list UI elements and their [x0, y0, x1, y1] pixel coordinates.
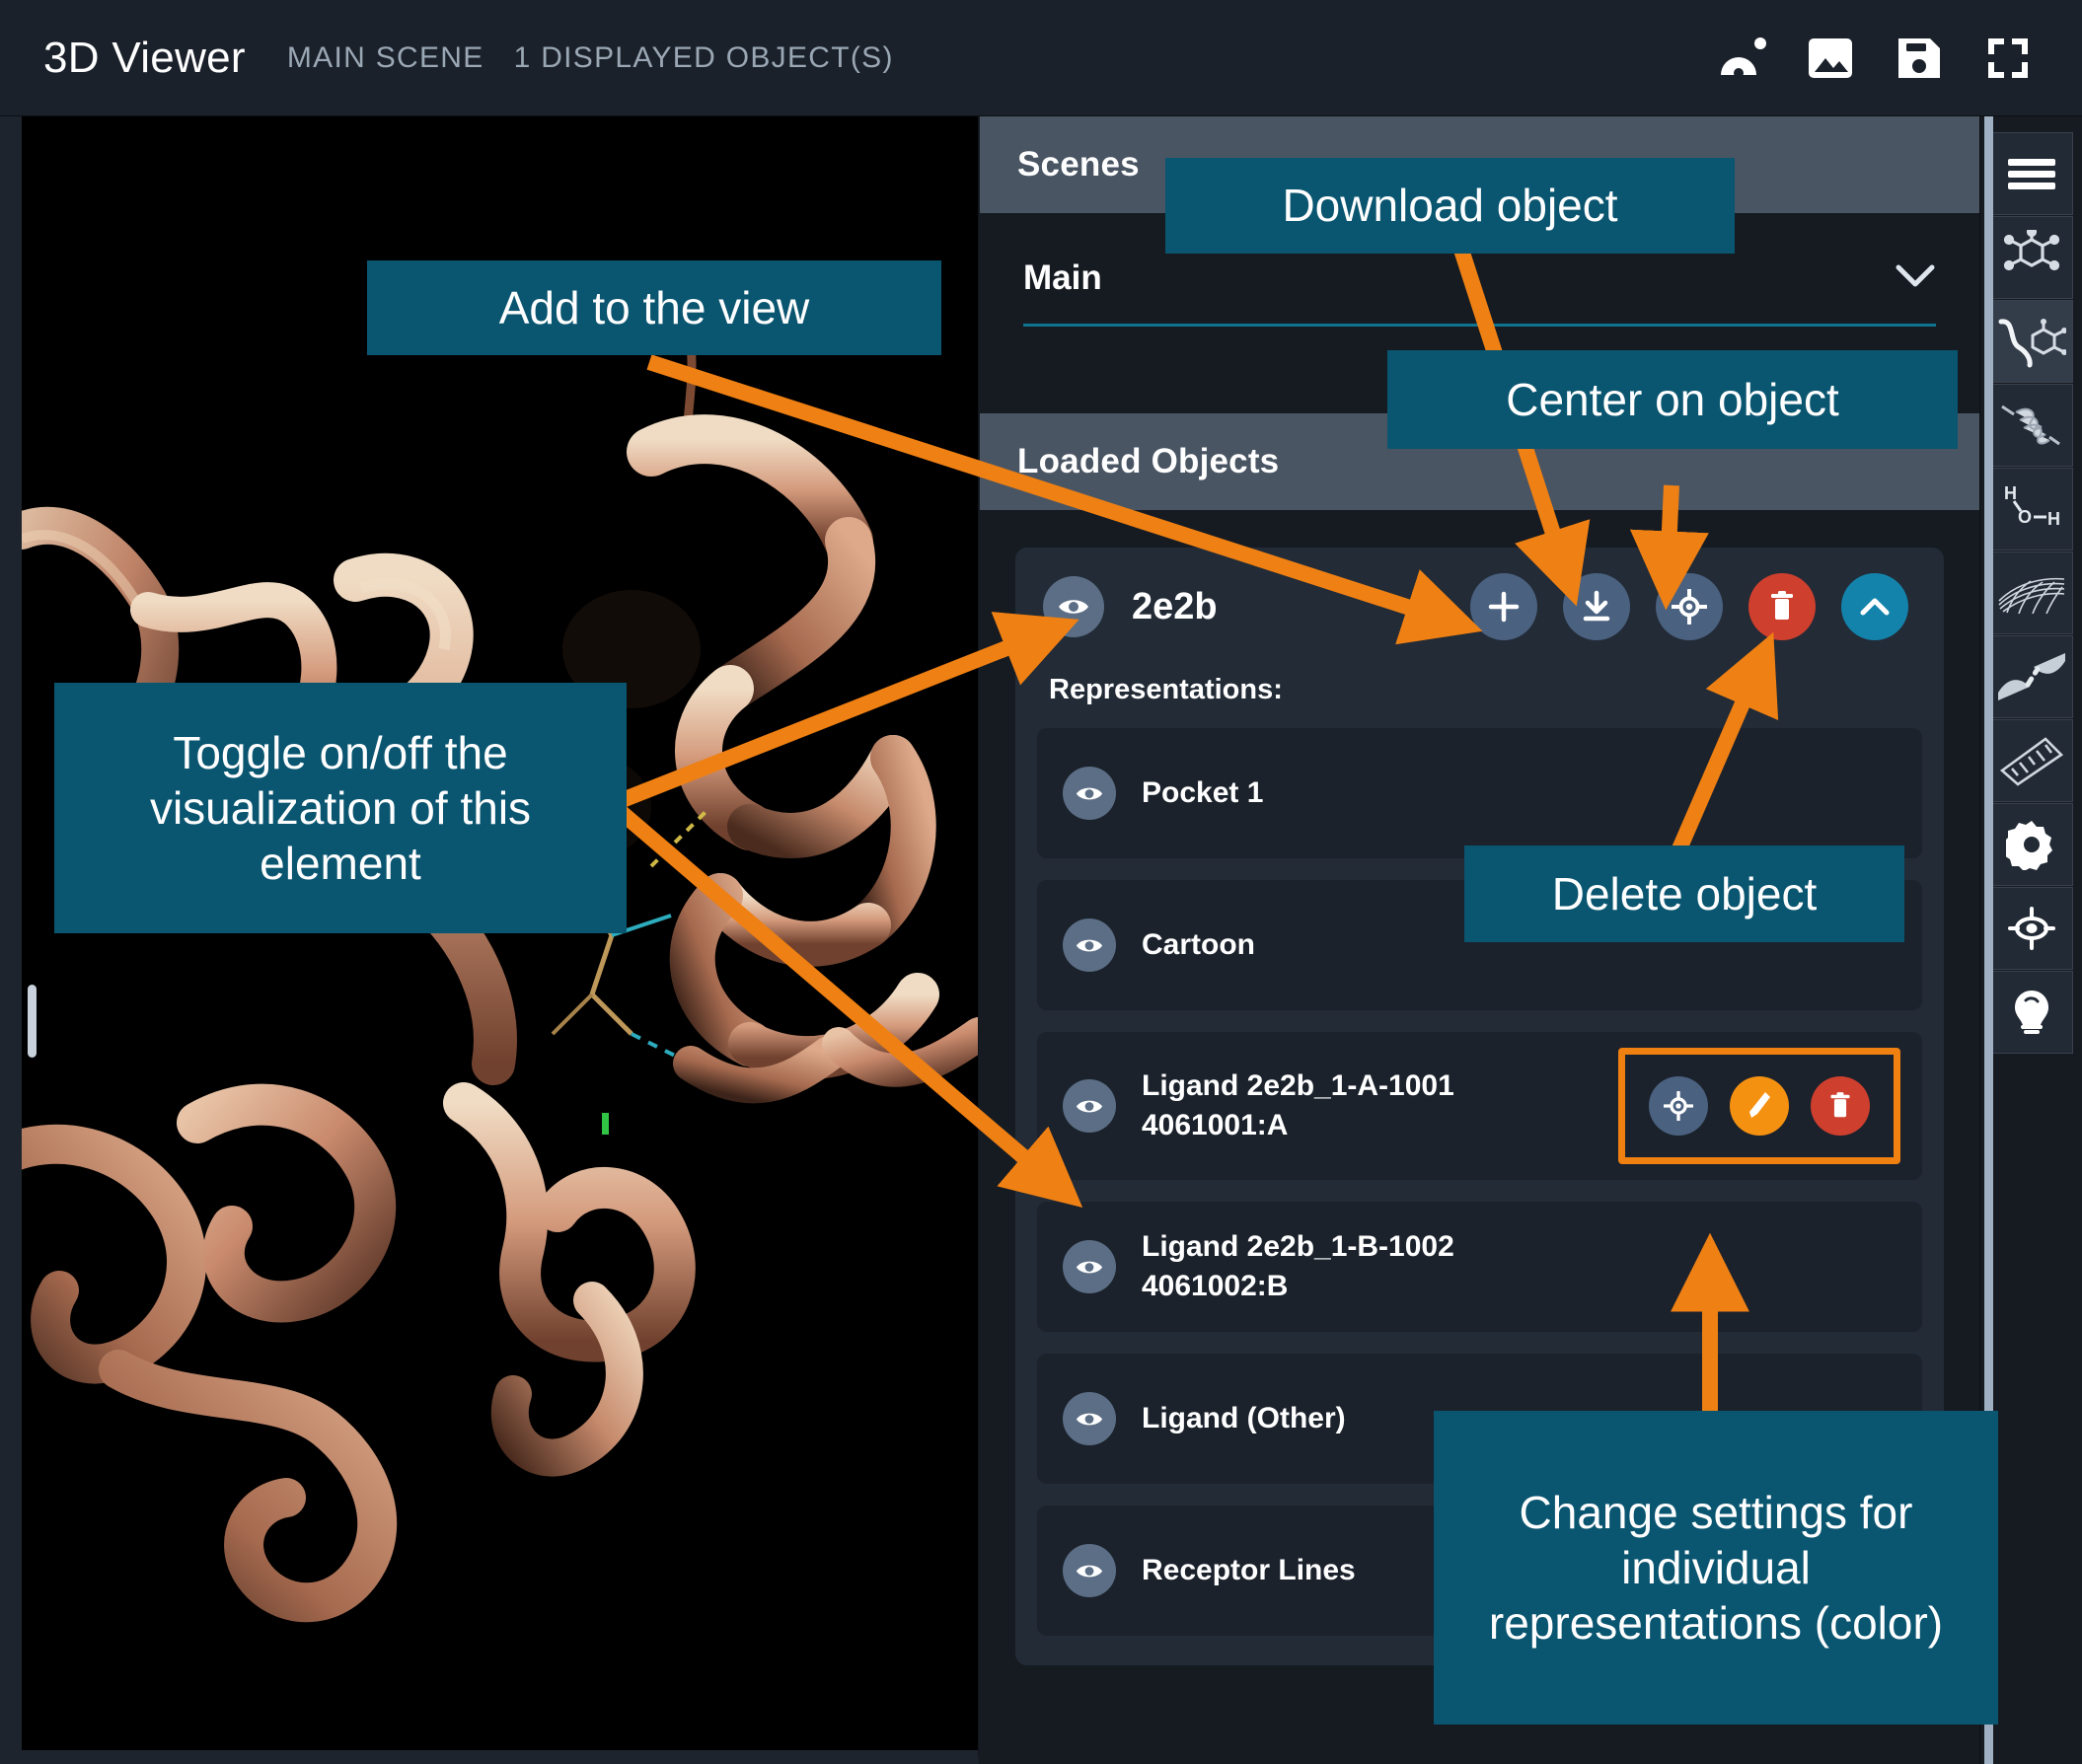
eye-icon[interactable]	[1063, 1544, 1116, 1597]
top-bar-icons	[1715, 32, 2082, 85]
representation-label-line1: Ligand 2e2b_1-B-1002	[1142, 1230, 1454, 1264]
center-view-button[interactable]	[1989, 887, 2073, 970]
loaded-objects-header: Loaded Objects	[980, 413, 1979, 510]
eye-icon[interactable]	[1043, 576, 1104, 637]
scene-select[interactable]: Main	[1023, 258, 1936, 327]
representation-row[interactable]: Ligand 2e2b_1-B-1002 4061002:B	[1037, 1202, 1922, 1332]
cartoon-helix-button[interactable]	[1989, 384, 2073, 467]
toolbar-scrollbar[interactable]	[1984, 116, 1993, 1764]
representation-label: Ligand (Other)	[1142, 1402, 1346, 1435]
representation-row[interactable]: Ligand 2e2b_1-A-1001 4061001:A	[1037, 1032, 1922, 1180]
svg-text:H: H	[2047, 509, 2060, 529]
representation-actions	[1618, 1048, 1900, 1164]
object-actions	[1470, 573, 1916, 640]
protein-cartoon-render	[22, 116, 978, 1750]
delete-representation-button[interactable]	[1811, 1076, 1870, 1136]
center-representation-button[interactable]	[1649, 1076, 1708, 1136]
main-scene-label: MAIN SCENE	[286, 40, 484, 74]
page-title: 3D Viewer	[43, 33, 246, 82]
scenes-header: Scenes	[980, 116, 1979, 213]
change-color-button[interactable]	[1730, 1076, 1789, 1136]
delete-object-button[interactable]	[1748, 573, 1816, 640]
displayed-objects-count: 1 DISPLAYED OBJECT(S)	[513, 40, 894, 74]
right-toolbar: H H O	[1979, 116, 2082, 1764]
representation-row[interactable]: Ligand (Other)	[1037, 1354, 1922, 1484]
object-card-2e2b: 2e2b Representations: Pocket 1 Cartoon L…	[1015, 548, 1944, 1665]
representation-label: Cartoon	[1142, 928, 1255, 962]
surface-button[interactable]	[1989, 551, 2073, 634]
representation-label: Ligand 2e2b_1-A-1001 4061001:A	[1142, 1066, 1454, 1144]
image-icon[interactable]	[1804, 32, 1857, 85]
eye-icon[interactable]	[1063, 1240, 1116, 1293]
interactions-button[interactable]	[1989, 635, 2073, 718]
measure-button[interactable]	[1989, 719, 2073, 802]
top-bar: 3D Viewer MAIN SCENE 1 DISPLAYED OBJECT(…	[0, 0, 2082, 116]
add-to-view-button[interactable]	[1470, 573, 1537, 640]
eye-icon[interactable]	[1063, 919, 1116, 972]
representation-label: Ligand 2e2b_1-B-1002 4061002:B	[1142, 1227, 1454, 1305]
eye-icon[interactable]	[1063, 767, 1116, 820]
panel-resize-handle[interactable]	[28, 985, 37, 1058]
collapse-object-button[interactable]	[1841, 573, 1908, 640]
fullscreen-icon[interactable]	[1981, 32, 2035, 85]
right-panel: Scenes Main Loaded Objects 2e2b Represen…	[980, 116, 1979, 1764]
scene-select-value: Main	[1023, 258, 1102, 297]
download-object-button[interactable]	[1563, 573, 1630, 640]
representation-row[interactable]: Cartoon	[1037, 880, 1922, 1010]
menu-button[interactable]	[1989, 132, 2073, 215]
representation-label-line1: Ligand 2e2b_1-A-1001	[1142, 1069, 1454, 1103]
molecule-button[interactable]	[1989, 216, 2073, 299]
scene-dome-icon[interactable]	[1715, 32, 1768, 85]
representations-label: Representations:	[1049, 674, 1283, 705]
lighting-button[interactable]	[1989, 971, 2073, 1054]
molecular-3d-viewport[interactable]	[0, 116, 979, 1764]
representation-label: Receptor Lines	[1142, 1554, 1356, 1587]
chevron-down-icon	[1895, 263, 1936, 294]
representation-label-line2: 4061001:A	[1142, 1109, 1289, 1141]
settings-button[interactable]	[1989, 803, 2073, 886]
object-name: 2e2b	[1132, 585, 1218, 627]
object-header-row: 2e2b	[1015, 573, 1944, 640]
representation-label: Pocket 1	[1142, 776, 1264, 810]
svg-text:H: H	[2004, 483, 2017, 503]
save-icon[interactable]	[1893, 32, 1946, 85]
representations-list: Pocket 1 Cartoon Ligand 2e2b_1-A-1001 40…	[1015, 728, 1944, 1636]
representation-label-line2: 4061002:B	[1142, 1270, 1289, 1302]
eye-icon[interactable]	[1063, 1079, 1116, 1133]
loaded-objects-list: 2e2b Representations: Pocket 1 Cartoon L…	[980, 510, 1979, 1764]
eye-icon[interactable]	[1063, 1392, 1116, 1445]
water-button[interactable]: H H O	[1989, 468, 2073, 551]
representation-row[interactable]: Receptor Lines	[1037, 1506, 1922, 1636]
ligand-backbone-button[interactable]	[1989, 300, 2073, 383]
representation-row[interactable]: Pocket 1	[1037, 728, 1922, 858]
center-on-object-button[interactable]	[1656, 573, 1723, 640]
